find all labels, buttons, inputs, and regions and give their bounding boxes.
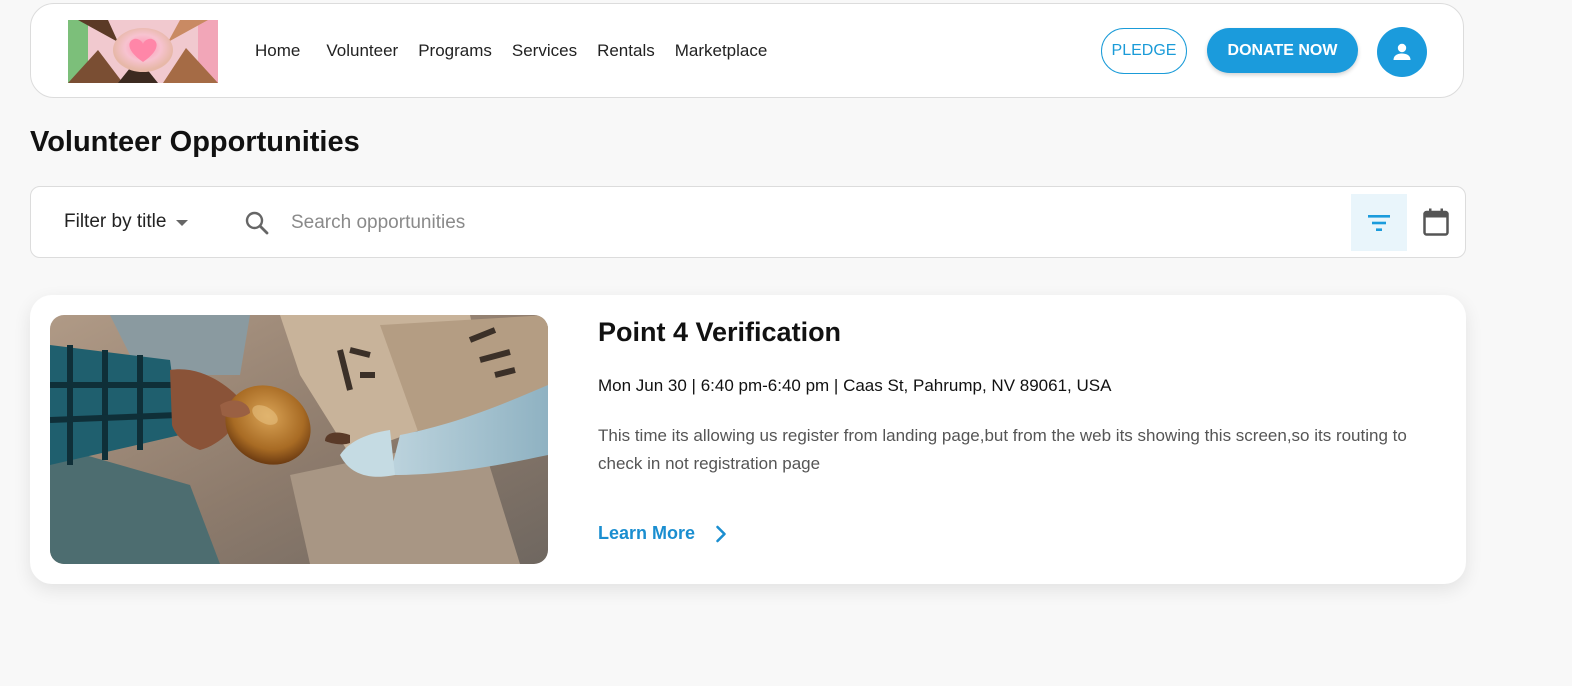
page-title: Volunteer Opportunities <box>30 126 360 158</box>
filter-toggle-button[interactable] <box>1351 194 1407 251</box>
organization-logo[interactable] <box>68 20 218 83</box>
nav-rentals-link[interactable]: Rentals <box>597 41 655 61</box>
search-icon <box>243 209 271 237</box>
nav-programs-link[interactable]: Programs <box>418 41 492 61</box>
nav-marketplace-link[interactable]: Marketplace <box>675 41 768 61</box>
top-nav-bar: Home Volunteer Programs Services Rentals… <box>30 3 1464 98</box>
calendar-icon <box>1423 208 1449 236</box>
pledge-button[interactable]: PLEDGE <box>1101 28 1187 74</box>
filter-icon <box>1368 214 1390 231</box>
person-icon <box>1393 43 1411 60</box>
opportunity-card: Point 4 Verification Mon Jun 30 | 6:40 p… <box>30 295 1466 584</box>
opportunity-description: This time its allowing us register from … <box>598 426 1407 473</box>
opportunity-title: Point 4 Verification <box>598 317 842 347</box>
nav-volunteer-link[interactable]: Volunteer <box>326 41 398 61</box>
donate-now-button[interactable]: DONATE NOW <box>1207 28 1358 73</box>
calendar-view-button[interactable] <box>1419 205 1453 239</box>
nav-home-link[interactable]: Home <box>255 41 300 61</box>
filter-bar: Filter by title <box>30 186 1466 258</box>
opportunity-date-location: Mon Jun 30 | 6:40 pm-6:40 pm | Caas St, … <box>598 376 1112 395</box>
filter-by-dropdown[interactable]: Filter by title <box>64 187 189 257</box>
search-opportunities-input[interactable] <box>285 201 1335 245</box>
learn-more-link[interactable]: Learn More <box>598 523 727 544</box>
caret-down-icon <box>176 220 189 226</box>
nav-services-link[interactable]: Services <box>512 41 577 61</box>
filter-by-label: Filter by title <box>64 211 167 232</box>
opportunity-image <box>50 315 548 564</box>
learn-more-label: Learn More <box>598 523 696 543</box>
chevron-right-icon <box>715 525 727 543</box>
user-account-button[interactable] <box>1377 27 1427 77</box>
main-navigation: Home Volunteer Programs Services Rentals… <box>255 4 787 97</box>
